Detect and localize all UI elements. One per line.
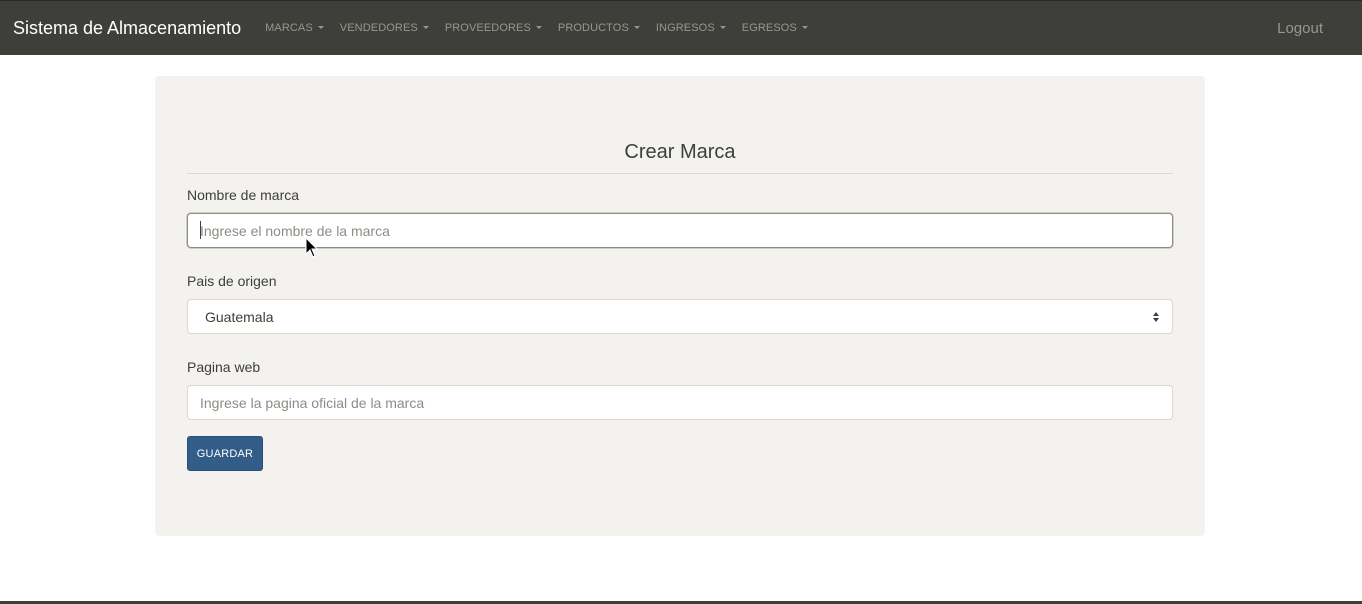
nav-item-productos[interactable]: PRODUCTOS: [558, 22, 640, 34]
caret-down-icon: [535, 25, 542, 29]
caret-down-icon: [801, 25, 808, 29]
save-button[interactable]: GUARDAR: [187, 436, 263, 471]
website-label: Pagina web: [187, 359, 261, 375]
nav-item-label: PRODUCTOS: [557, 22, 629, 34]
brand-name-input[interactable]: [187, 213, 1173, 248]
nav-item-egresos[interactable]: EGRESOS: [742, 22, 808, 34]
caret-down-icon: [422, 25, 429, 29]
nav-item-proveedores[interactable]: PROVEEDORES: [445, 22, 542, 34]
nav-item-marcas[interactable]: MARCAS: [265, 22, 324, 34]
brand-name-label: Nombre de marca: [187, 187, 300, 203]
nav-item-vendedores[interactable]: VENDEDORES: [340, 22, 429, 34]
create-brand-card: Crear Marca Nombre de marca Pais de orig…: [155, 76, 1205, 536]
nav-item-label: VENDEDORES: [339, 22, 418, 34]
country-selected-value: Guatemala: [205, 308, 274, 325]
caret-down-icon: [633, 25, 640, 29]
caret-down-icon: [719, 25, 726, 29]
nav-item-ingresos[interactable]: INGRESOS: [656, 22, 726, 34]
nav-menu: MARCAS VENDEDORES PROVEEDORES PRODUCTOS …: [265, 22, 808, 34]
page-title: Crear Marca: [624, 141, 736, 163]
title-divider: [187, 173, 1173, 174]
nav-item-label: MARCAS: [265, 22, 313, 34]
website-input[interactable]: [187, 385, 1173, 420]
caret-down-icon: [317, 25, 324, 29]
nav-item-label: PROVEEDORES: [444, 22, 531, 34]
sort-arrows-icon: [1153, 312, 1159, 322]
country-select[interactable]: Guatemala: [187, 299, 1173, 334]
logout-link[interactable]: Logout: [1277, 20, 1323, 37]
nav-item-label: INGRESOS: [655, 22, 715, 34]
app-brand[interactable]: Sistema de Almacenamiento: [13, 18, 241, 39]
text-caret: [200, 221, 201, 239]
country-label: Pais de origen: [187, 273, 277, 289]
nav-item-label: EGRESOS: [741, 22, 797, 34]
top-navbar: Sistema de Almacenamiento MARCAS VENDEDO…: [0, 0, 1362, 55]
